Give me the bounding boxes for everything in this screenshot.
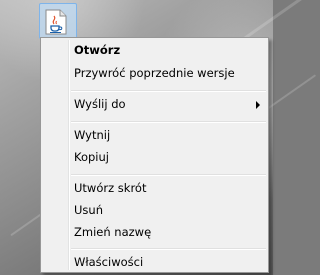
menu-separator [71,90,266,92]
menu-item-label: Zmień nazwę [74,225,152,239]
menu-item-create-shortcut[interactable]: Utwórz skrót [43,178,266,199]
menu-item-copy[interactable]: Kopiuj [43,147,266,168]
menu-item-label: Otwórz [74,43,121,57]
menu-item-delete[interactable]: Usuń [43,200,266,221]
menu-item-rename[interactable]: Zmień nazwę [43,222,266,243]
context-menu: Otwórz Przywróć poprzednie wersje Wyślij… [40,37,269,273]
menu-separator [71,174,266,176]
menu-separator [71,248,266,250]
menu-item-label: Przywróć poprzednie wersje [74,66,235,80]
menu-item-open[interactable]: Otwórz [43,40,266,61]
menu-item-cut[interactable]: Wytnij [43,125,266,146]
menu-item-label: Kopiuj [74,150,109,164]
menu-item-label: Utwórz skrót [74,181,147,195]
menu-item-label: Usuń [74,203,103,217]
menu-item-send-to[interactable]: Wyślij do [43,94,266,115]
menu-item-label: Wyślij do [74,97,126,111]
menu-item-label: Wytnij [74,128,111,142]
menu-separator [71,121,266,123]
menu-item-properties[interactable]: Właściwości [43,252,266,273]
chevron-right-icon [256,101,260,109]
menu-item-restore-previous-versions[interactable]: Przywróć poprzednie wersje [43,63,266,84]
java-file-icon[interactable] [45,9,67,35]
menu-item-label: Właściwości [74,255,144,269]
